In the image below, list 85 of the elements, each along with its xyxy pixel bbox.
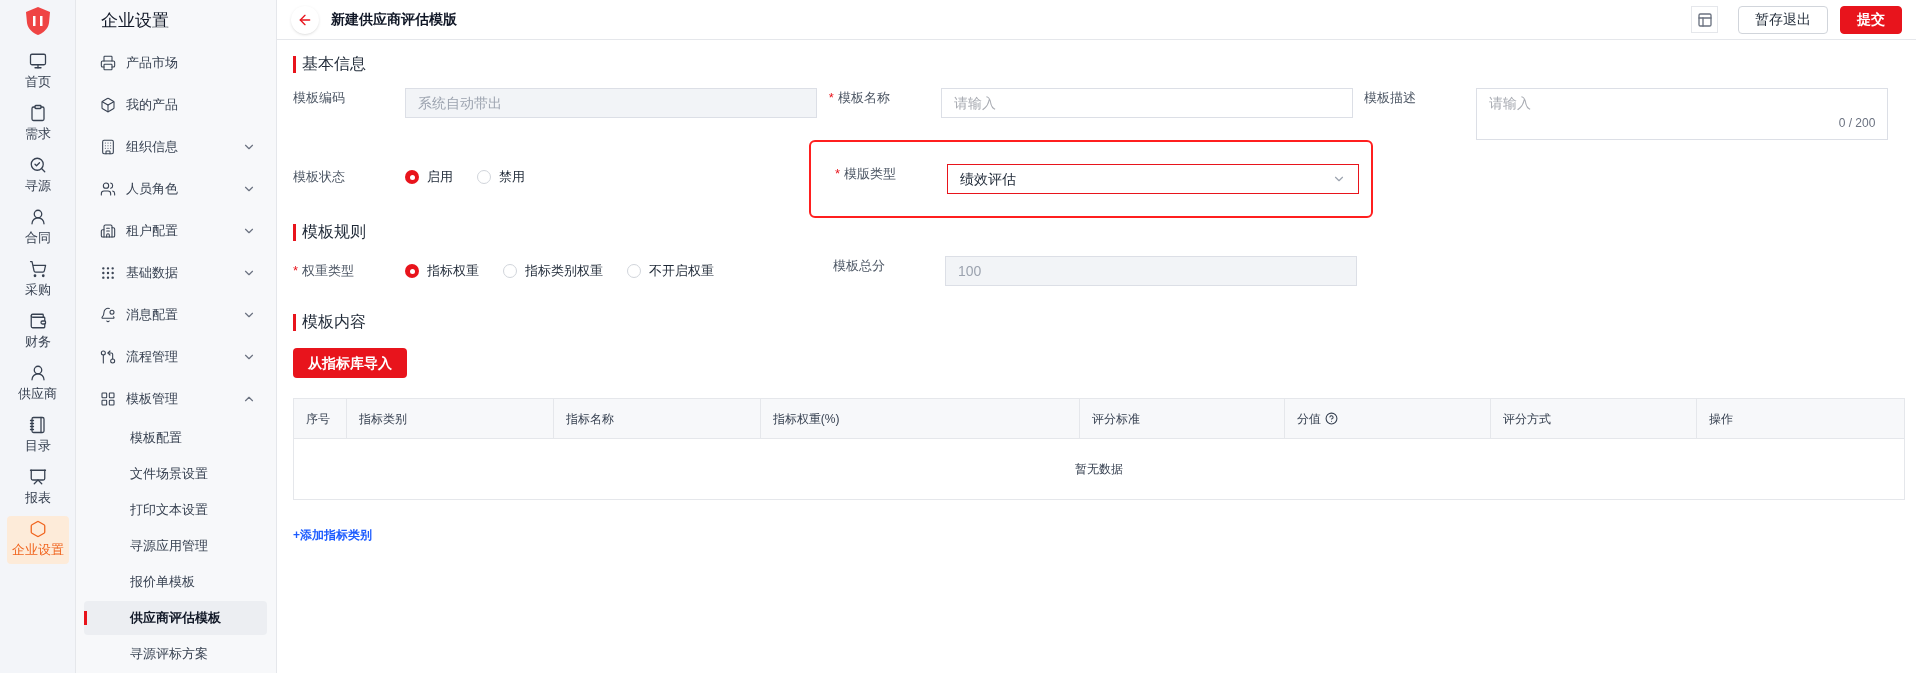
column-header: 评分标准 (1079, 399, 1286, 438)
active-marker (84, 611, 87, 625)
required-mark: * (828, 89, 834, 107)
nav-rail-item[interactable]: 供应商 (6, 360, 69, 408)
layout-icon (1696, 11, 1713, 28)
required-mark: * (293, 262, 299, 281)
input-field[interactable]: 请输入 (940, 88, 1353, 118)
sidebar-item[interactable]: 消息配置 (76, 294, 276, 336)
section-title: 模板内容 (302, 312, 366, 332)
sidebar-item[interactable]: 我的产品 (76, 84, 276, 126)
user-icon (28, 364, 47, 383)
field-label: 模板总分 (833, 257, 885, 275)
empty-text: 暂无数据 (1075, 461, 1123, 478)
sidebar-subitem[interactable]: 模板配置 (84, 421, 267, 455)
sidebar-item[interactable]: 流程管理 (76, 336, 276, 378)
sidebar-item[interactable]: 模板管理 (76, 378, 276, 420)
column-header: 指标类别 (347, 399, 554, 438)
sidebar-subitem[interactable]: 寻源应用管理 (84, 529, 267, 563)
sidebar-item[interactable]: 组织信息 (76, 126, 276, 168)
field-label: 模板编码 (293, 89, 345, 107)
sidebar-item[interactable]: 产品市场 (76, 42, 276, 84)
page-title: 新建供应商评估模版 (331, 10, 458, 29)
sidebar-title: 企业设置 (100, 10, 170, 32)
layout-button[interactable] (1691, 6, 1718, 33)
sidebar-item[interactable]: 租户配置 (76, 210, 276, 252)
monitor-icon (28, 52, 47, 71)
sidebar-subitem[interactable]: 供应商评估模板 (84, 601, 267, 635)
search-icon (28, 156, 47, 175)
sidebar-subitem[interactable]: 寻源评标方案 (84, 637, 267, 671)
required-mark: * (835, 165, 841, 183)
field-label: 模板描述 (1364, 89, 1417, 107)
save-exit-button[interactable]: 暂存退出 (1738, 5, 1828, 34)
nav-rail-item[interactable]: 目录 (6, 412, 69, 460)
nav-rail-item[interactable]: 采购 (6, 256, 69, 304)
sidebar-item[interactable]: 人员角色 (76, 168, 276, 210)
field-label: 模板状态 (293, 168, 345, 187)
nav-rail-item[interactable]: 合同 (6, 204, 69, 252)
field-label: 模板名称 (837, 89, 890, 107)
radio-option[interactable]: 指标权重 (405, 261, 479, 281)
field-label: 模版类型 (844, 165, 897, 183)
char-counter: 0 / 200 (1838, 115, 1876, 132)
grid-icon (100, 391, 116, 407)
nav-rail-item[interactable]: 报表 (6, 464, 69, 512)
clipboard-icon (28, 104, 47, 123)
submit-button[interactable]: 提交 (1840, 5, 1902, 34)
back-button[interactable] (291, 5, 319, 34)
field-label: 权重类型 (302, 262, 355, 281)
wallet-icon (28, 312, 47, 331)
column-header: 指标权重(%) (760, 399, 1080, 438)
select-field[interactable]: 绩效评估 (947, 164, 1359, 194)
sidebar-item[interactable]: 基础数据 (76, 252, 276, 294)
add-category-link[interactable]: +添加指标类别 (293, 526, 1900, 544)
building-icon (100, 223, 116, 239)
sidebar-subitem[interactable]: 打印文本设置 (84, 493, 267, 527)
nav-rail-item[interactable]: 寻源 (6, 152, 69, 200)
textarea-field[interactable]: 请输入 0 / 200 (1476, 88, 1889, 140)
flow-icon (100, 349, 116, 365)
nav-rail-item[interactable]: 需求 (6, 100, 69, 148)
bell-icon (100, 307, 116, 323)
building-icon (100, 139, 116, 155)
nav-rail-item[interactable]: 首页 (6, 48, 69, 96)
hexagon-icon (28, 520, 47, 539)
section-title: 基本信息 (302, 54, 366, 74)
radio-option[interactable]: 不开启权重 (627, 261, 714, 281)
sidebar-subitem[interactable]: 报价单模板 (84, 565, 267, 599)
notebook-icon (28, 416, 47, 435)
column-header: 评分方式 (1491, 399, 1698, 438)
help-icon (1325, 412, 1339, 425)
sidebar-subitem[interactable]: 文件场景设置 (84, 457, 267, 491)
column-header: 指标名称 (553, 399, 761, 438)
section-title: 模板规则 (302, 222, 366, 242)
people-icon (100, 181, 116, 197)
nav-rail-item[interactable]: 财务 (6, 308, 69, 356)
radio-option[interactable]: 禁用 (477, 167, 525, 187)
column-header: 分值 (1285, 399, 1492, 438)
column-header: 操作 (1708, 410, 1735, 428)
board-icon (28, 468, 47, 487)
radio-option[interactable]: 启用 (405, 167, 453, 187)
column-header: 序号 (294, 399, 347, 438)
import-button[interactable]: 从指标库导入 (293, 348, 407, 378)
user-icon (28, 208, 47, 227)
dots-icon (100, 265, 116, 281)
cube-icon (100, 97, 116, 113)
cart-icon (28, 260, 47, 279)
radio-option[interactable]: 指标类别权重 (503, 261, 603, 281)
